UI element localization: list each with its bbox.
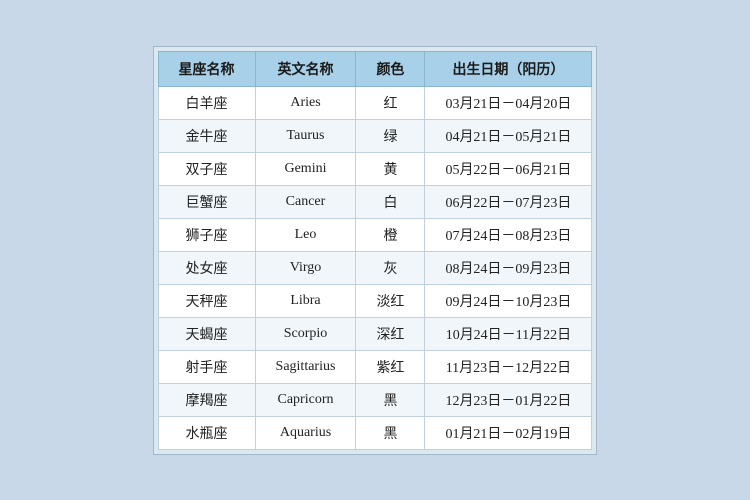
column-header-1: 英文名称: [255, 51, 356, 86]
cell-r2-c3: 05月22日－06月21日: [425, 152, 592, 185]
table-header-row: 星座名称英文名称颜色出生日期（阳历）: [158, 51, 592, 86]
table-row: 摩羯座Capricorn黑12月23日－01月22日: [158, 383, 592, 416]
cell-r3-c3: 06月22日－07月23日: [425, 185, 592, 218]
cell-r10-c2: 黑: [356, 416, 425, 449]
cell-r9-c0: 摩羯座: [158, 383, 255, 416]
cell-r0-c0: 白羊座: [158, 86, 255, 119]
cell-r4-c2: 橙: [356, 218, 425, 251]
cell-r3-c2: 白: [356, 185, 425, 218]
cell-r7-c1: Scorpio: [255, 317, 356, 350]
table-row: 金牛座Taurus绿04月21日－05月21日: [158, 119, 592, 152]
cell-r10-c3: 01月21日－02月19日: [425, 416, 592, 449]
cell-r9-c1: Capricorn: [255, 383, 356, 416]
cell-r8-c3: 11月23日－12月22日: [425, 350, 592, 383]
table-row: 白羊座Aries红03月21日－04月20日: [158, 86, 592, 119]
cell-r6-c1: Libra: [255, 284, 356, 317]
cell-r4-c0: 狮子座: [158, 218, 255, 251]
column-header-2: 颜色: [356, 51, 425, 86]
cell-r1-c1: Taurus: [255, 119, 356, 152]
cell-r0-c2: 红: [356, 86, 425, 119]
cell-r2-c1: Gemini: [255, 152, 356, 185]
cell-r2-c2: 黄: [356, 152, 425, 185]
cell-r1-c2: 绿: [356, 119, 425, 152]
cell-r4-c1: Leo: [255, 218, 356, 251]
cell-r5-c3: 08月24日－09月23日: [425, 251, 592, 284]
zodiac-table: 星座名称英文名称颜色出生日期（阳历） 白羊座Aries红03月21日－04月20…: [158, 51, 593, 450]
cell-r6-c3: 09月24日－10月23日: [425, 284, 592, 317]
cell-r8-c2: 紫红: [356, 350, 425, 383]
cell-r8-c0: 射手座: [158, 350, 255, 383]
cell-r1-c3: 04月21日－05月21日: [425, 119, 592, 152]
column-header-3: 出生日期（阳历）: [425, 51, 592, 86]
cell-r2-c0: 双子座: [158, 152, 255, 185]
cell-r5-c1: Virgo: [255, 251, 356, 284]
cell-r7-c0: 天蝎座: [158, 317, 255, 350]
cell-r6-c2: 淡红: [356, 284, 425, 317]
table-row: 射手座Sagittarius紫红11月23日－12月22日: [158, 350, 592, 383]
cell-r9-c2: 黑: [356, 383, 425, 416]
table-row: 天秤座Libra淡红09月24日－10月23日: [158, 284, 592, 317]
cell-r0-c1: Aries: [255, 86, 356, 119]
cell-r8-c1: Sagittarius: [255, 350, 356, 383]
cell-r10-c0: 水瓶座: [158, 416, 255, 449]
cell-r7-c3: 10月24日－11月22日: [425, 317, 592, 350]
cell-r6-c0: 天秤座: [158, 284, 255, 317]
cell-r3-c0: 巨蟹座: [158, 185, 255, 218]
cell-r7-c2: 深红: [356, 317, 425, 350]
cell-r3-c1: Cancer: [255, 185, 356, 218]
table-row: 天蝎座Scorpio深红10月24日－11月22日: [158, 317, 592, 350]
cell-r10-c1: Aquarius: [255, 416, 356, 449]
cell-r5-c0: 处女座: [158, 251, 255, 284]
table-row: 处女座Virgo灰08月24日－09月23日: [158, 251, 592, 284]
cell-r0-c3: 03月21日－04月20日: [425, 86, 592, 119]
table-row: 双子座Gemini黄05月22日－06月21日: [158, 152, 592, 185]
cell-r5-c2: 灰: [356, 251, 425, 284]
table-row: 水瓶座Aquarius黑01月21日－02月19日: [158, 416, 592, 449]
cell-r1-c0: 金牛座: [158, 119, 255, 152]
zodiac-table-container: 星座名称英文名称颜色出生日期（阳历） 白羊座Aries红03月21日－04月20…: [153, 46, 598, 455]
cell-r9-c3: 12月23日－01月22日: [425, 383, 592, 416]
cell-r4-c3: 07月24日－08月23日: [425, 218, 592, 251]
table-row: 狮子座Leo橙07月24日－08月23日: [158, 218, 592, 251]
column-header-0: 星座名称: [158, 51, 255, 86]
table-row: 巨蟹座Cancer白06月22日－07月23日: [158, 185, 592, 218]
